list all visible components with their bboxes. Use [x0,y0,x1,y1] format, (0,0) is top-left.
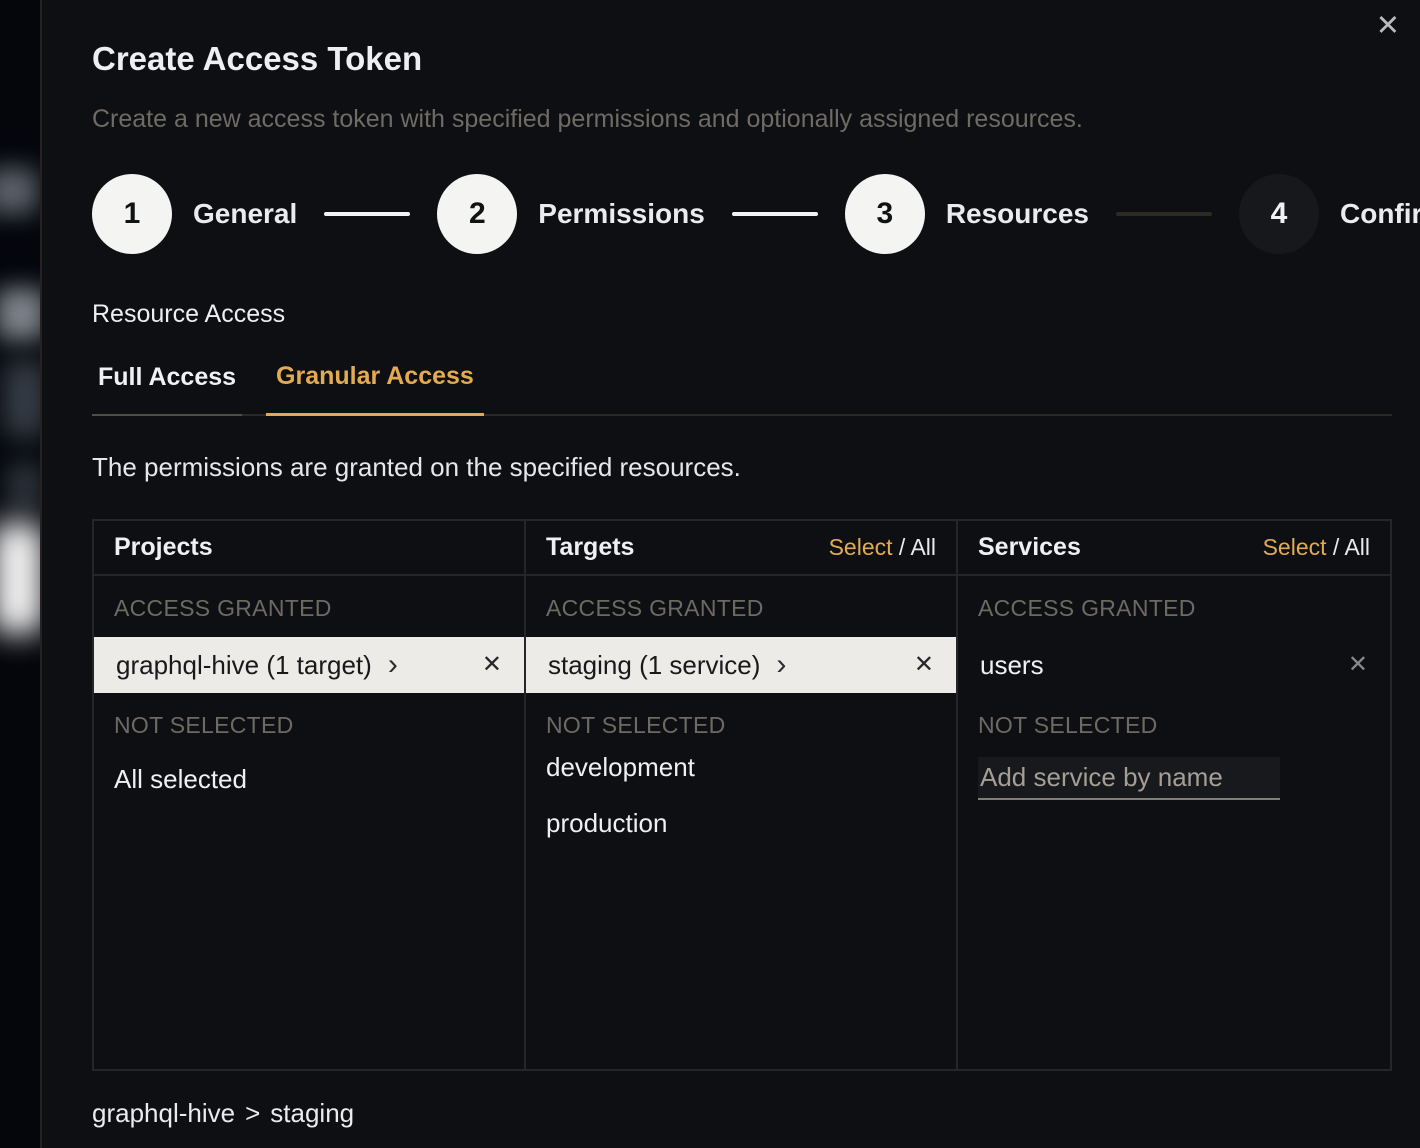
background-page [0,0,42,1148]
all-link[interactable]: All [1344,534,1370,560]
project-name: graphql-hive (1 target) [116,650,372,681]
remove-project-icon[interactable]: ✕ [482,653,502,677]
step-number-circle: 1 [92,174,172,254]
breadcrumb-target: staging [270,1098,354,1128]
not-selected-label: NOT SELECTED [978,712,1370,739]
service-name: users [980,650,1044,681]
background-blur-shape [0,288,42,340]
create-access-token-dialog: ✕ Create Access Token Create a new acces… [40,0,1420,1148]
services-column-header: Services Select / All [958,521,1390,576]
background-blur-button [0,522,42,634]
step-number-circle: 4 [1239,174,1319,254]
step-permissions[interactable]: 2 Permissions [437,174,705,254]
close-icon[interactable]: ✕ [1376,12,1400,41]
column-title: Projects [114,533,213,562]
step-connector [732,212,818,216]
step-number-circle: 3 [845,174,925,254]
step-label: General [193,198,297,230]
remove-service-icon[interactable]: ✕ [1348,653,1368,677]
step-confirm[interactable]: 4 Confirm [1239,174,1420,254]
breadcrumb-project: graphql-hive [92,1098,235,1128]
select-all-separator: / [1327,534,1345,560]
select-link[interactable]: Select [1263,534,1327,560]
access-granted-label: ACCESS GRANTED [978,595,1370,622]
all-link[interactable]: All [910,534,936,560]
not-selected-label: NOT SELECTED [546,712,936,739]
chevron-right-icon: › [388,650,398,680]
background-blur-shape [6,462,42,510]
step-connector [1116,212,1212,216]
services-column: Services Select / All ACCESS GRANTED use… [958,521,1390,1069]
step-number-circle: 2 [437,174,517,254]
add-service-input[interactable] [978,757,1280,800]
step-label: Resources [946,198,1089,230]
resource-selection-table: Projects ACCESS GRANTED graphql-hive (1 … [92,519,1392,1071]
step-resources[interactable]: 3 Resources [845,174,1089,254]
target-name: staging (1 service) [548,650,760,681]
projects-all-selected-note: All selected [94,751,524,807]
dialog-subtitle: Create a new access token with specified… [92,105,1392,134]
remove-target-icon[interactable]: ✕ [914,653,934,677]
target-row-staging[interactable]: staging (1 service) › ✕ [526,637,956,693]
background-blur-shape [0,168,38,214]
select-link[interactable]: Select [829,534,893,560]
granular-access-description: The permissions are granted on the speci… [92,452,1392,483]
targets-column: Targets Select / All ACCESS GRANTED stag… [526,521,958,1069]
step-label: Confirm [1340,198,1420,230]
target-option-development[interactable]: development [526,739,956,795]
projects-column: Projects ACCESS GRANTED graphql-hive (1 … [94,521,526,1069]
targets-select-all: Select / All [829,534,936,561]
tab-granular-access[interactable]: Granular Access [266,362,484,416]
breadcrumb: graphql-hive > staging [92,1098,1392,1129]
tab-full-access[interactable]: Full Access [92,362,242,416]
dialog-title: Create Access Token [92,0,1392,78]
target-option-production[interactable]: production [526,795,956,851]
column-title: Targets [546,533,634,562]
access-granted-label: ACCESS GRANTED [546,595,936,622]
service-row-users[interactable]: users ✕ [958,637,1390,693]
not-selected-label: NOT SELECTED [114,712,504,739]
resource-access-heading: Resource Access [92,300,1392,329]
projects-column-header: Projects [94,521,524,576]
access-mode-tabs: Full Access Granular Access [92,362,1392,416]
step-general[interactable]: 1 General [92,174,297,254]
step-connector [324,212,410,216]
column-title: Services [978,533,1081,562]
breadcrumb-separator: > [245,1098,260,1128]
chevron-right-icon: › [776,650,786,680]
background-blur-shape [4,360,42,438]
step-label: Permissions [538,198,705,230]
services-select-all: Select / All [1263,534,1370,561]
stepper: 1 General 2 Permissions 3 Resources 4 Co… [92,174,1392,254]
select-all-separator: / [893,534,911,560]
access-granted-label: ACCESS GRANTED [114,595,504,622]
project-row-graphql-hive[interactable]: graphql-hive (1 target) › ✕ [94,637,524,693]
targets-column-header: Targets Select / All [526,521,956,576]
